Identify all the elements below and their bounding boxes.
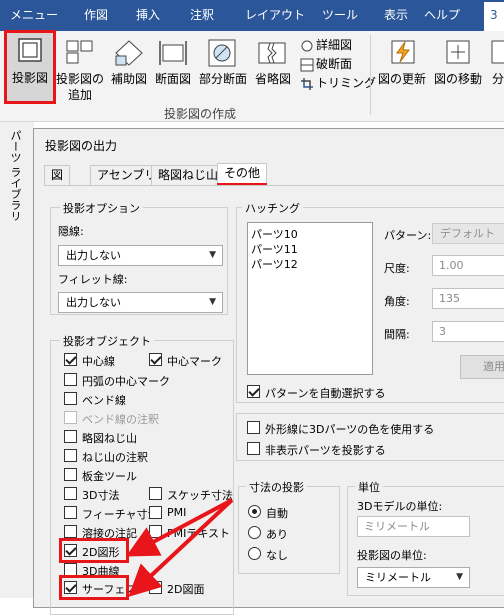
annotation-arrows: [125, 498, 234, 597]
